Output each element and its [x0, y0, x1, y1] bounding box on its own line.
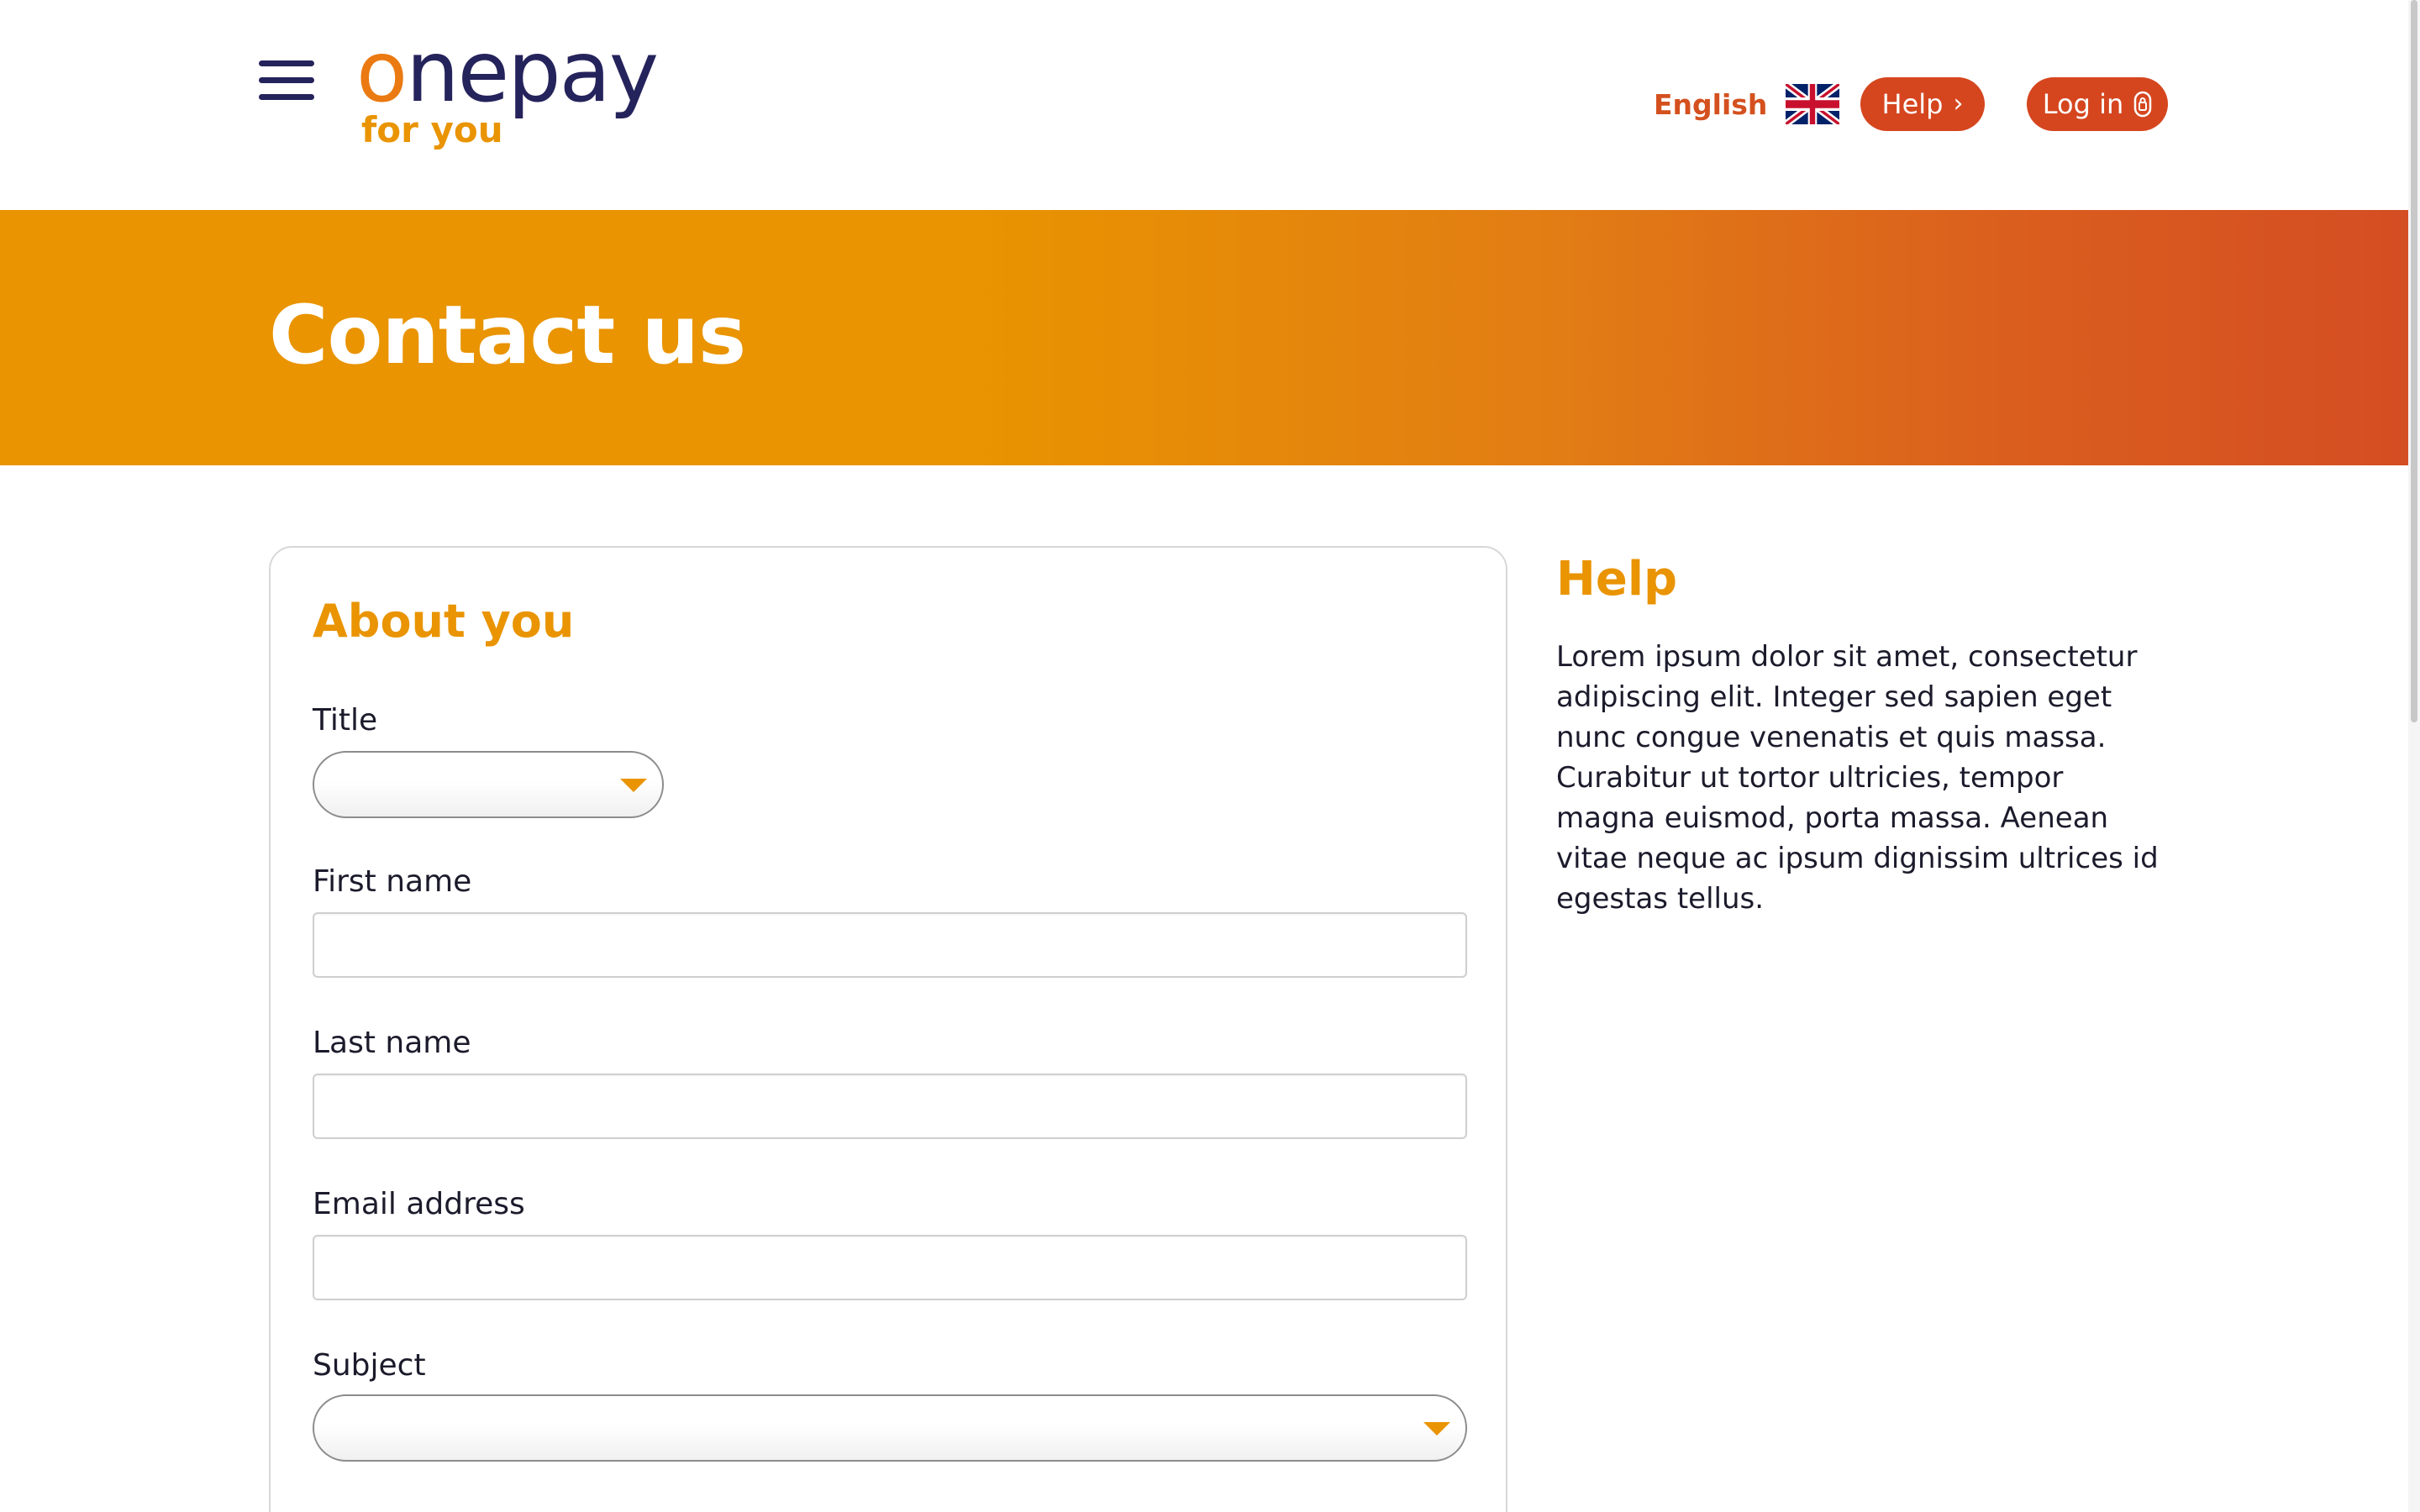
subject-select[interactable] [313, 1394, 1467, 1462]
hamburger-menu-icon[interactable] [252, 55, 319, 106]
help-button-label: Help [1881, 88, 1944, 120]
lock-icon [2134, 91, 2152, 118]
contact-form-card: About you Title First name Last name Ema… [269, 546, 1507, 1512]
language-selector[interactable]: English [1654, 79, 1840, 129]
scrollbar-thumb[interactable] [2411, 0, 2417, 722]
login-button[interactable]: Log in [2027, 77, 2168, 131]
email-field[interactable] [313, 1235, 1467, 1300]
email-label: Email address [313, 1187, 525, 1221]
caret-down-icon [1423, 1422, 1450, 1436]
subject-label: Subject [313, 1348, 426, 1383]
help-panel-title: Help [1556, 552, 1678, 606]
page-title: Contact us [269, 288, 746, 382]
uk-flag-icon [1786, 84, 1840, 124]
chevron-right-icon: › [1953, 89, 1964, 118]
first-name-label: First name [313, 864, 472, 899]
help-panel-body: Lorem ipsum dolor sit amet, consectetur … [1556, 640, 2159, 916]
page-banner: Contact us [0, 210, 2420, 465]
login-button-label: Log in [2042, 88, 2124, 120]
site-header: onepay for you English Help › Log in [0, 0, 2420, 210]
logo-tagline: for you [361, 109, 503, 150]
help-button[interactable]: Help › [1860, 77, 1985, 131]
page-scrollbar[interactable] [2408, 0, 2420, 1512]
title-select[interactable] [313, 751, 664, 818]
page: onepay for you English Help › Log in Con… [0, 0, 2420, 1512]
logo-wordmark: onepay [356, 23, 659, 121]
last-name-label: Last name [313, 1026, 471, 1060]
language-label: English [1654, 87, 1768, 121]
first-name-field[interactable] [313, 912, 1467, 978]
caret-down-icon [620, 779, 647, 792]
last-name-field[interactable] [313, 1074, 1467, 1139]
section-title: About you [313, 595, 575, 648]
onepay-logo[interactable]: onepay for you [356, 30, 692, 161]
title-label: Title [313, 703, 378, 738]
